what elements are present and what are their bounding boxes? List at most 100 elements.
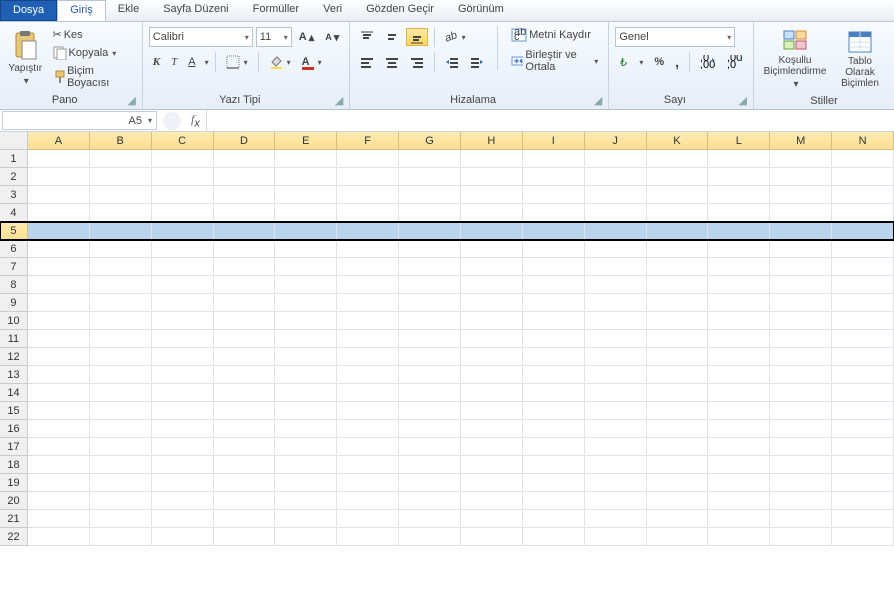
- cell[interactable]: [399, 258, 461, 276]
- cell[interactable]: [399, 474, 461, 492]
- cell[interactable]: [214, 492, 276, 510]
- cell[interactable]: [523, 276, 585, 294]
- cell[interactable]: [832, 312, 894, 330]
- cell[interactable]: [585, 276, 647, 294]
- cell[interactable]: [275, 366, 337, 384]
- cell[interactable]: [337, 150, 399, 168]
- cell[interactable]: [399, 402, 461, 420]
- cell[interactable]: [399, 384, 461, 402]
- cell[interactable]: [770, 456, 832, 474]
- cell[interactable]: [90, 456, 152, 474]
- column-header[interactable]: A: [28, 132, 90, 150]
- tab-formulas[interactable]: Formüller: [241, 0, 311, 21]
- cell[interactable]: [523, 438, 585, 456]
- cell[interactable]: [647, 366, 709, 384]
- cell[interactable]: [708, 438, 770, 456]
- cell[interactable]: [90, 384, 152, 402]
- cell[interactable]: [832, 168, 894, 186]
- cell[interactable]: [275, 438, 337, 456]
- cell[interactable]: [28, 456, 90, 474]
- cell[interactable]: [585, 240, 647, 258]
- cell[interactable]: [585, 528, 647, 546]
- cell[interactable]: [337, 438, 399, 456]
- cell[interactable]: [832, 240, 894, 258]
- cell[interactable]: [770, 222, 832, 240]
- cell[interactable]: [275, 492, 337, 510]
- cell[interactable]: [585, 492, 647, 510]
- align-right-button[interactable]: [406, 53, 428, 71]
- cell[interactable]: [461, 168, 523, 186]
- cell[interactable]: [461, 276, 523, 294]
- cell[interactable]: [399, 312, 461, 330]
- cell[interactable]: [523, 528, 585, 546]
- underline-button[interactable]: A: [184, 54, 199, 70]
- cell[interactable]: [28, 384, 90, 402]
- cell[interactable]: [647, 492, 709, 510]
- cell[interactable]: [585, 348, 647, 366]
- dialog-launcher-icon[interactable]: ◢: [594, 94, 602, 107]
- italic-button[interactable]: T: [167, 54, 181, 70]
- cell[interactable]: [832, 384, 894, 402]
- cell[interactable]: [647, 150, 709, 168]
- column-header[interactable]: I: [523, 132, 585, 150]
- cell[interactable]: [28, 276, 90, 294]
- cell[interactable]: [770, 204, 832, 222]
- cell[interactable]: [28, 366, 90, 384]
- cell[interactable]: [90, 348, 152, 366]
- cell[interactable]: [708, 222, 770, 240]
- fill-color-button[interactable]: ▾: [265, 53, 295, 71]
- row-header[interactable]: 22: [0, 528, 28, 546]
- cell[interactable]: [832, 330, 894, 348]
- cell[interactable]: [275, 420, 337, 438]
- cell[interactable]: [523, 366, 585, 384]
- cell[interactable]: [585, 474, 647, 492]
- cell[interactable]: [28, 204, 90, 222]
- cell[interactable]: [214, 420, 276, 438]
- cell[interactable]: [28, 294, 90, 312]
- cell[interactable]: [214, 510, 276, 528]
- cell[interactable]: [90, 492, 152, 510]
- align-bottom-button[interactable]: [406, 28, 428, 46]
- row-header[interactable]: 3: [0, 186, 28, 204]
- cell[interactable]: [90, 150, 152, 168]
- cell[interactable]: [275, 312, 337, 330]
- cell[interactable]: [214, 528, 276, 546]
- cell[interactable]: [28, 420, 90, 438]
- cell[interactable]: [214, 186, 276, 204]
- cell[interactable]: [647, 312, 709, 330]
- cell[interactable]: [461, 456, 523, 474]
- cell[interactable]: [585, 258, 647, 276]
- cell[interactable]: [399, 276, 461, 294]
- cell[interactable]: [585, 456, 647, 474]
- cell[interactable]: [399, 420, 461, 438]
- cell[interactable]: [585, 294, 647, 312]
- cut-button[interactable]: ✂ Kes: [49, 26, 136, 43]
- cell[interactable]: [90, 168, 152, 186]
- cell[interactable]: [399, 366, 461, 384]
- row-header[interactable]: 17: [0, 438, 28, 456]
- cell[interactable]: [523, 258, 585, 276]
- tab-review[interactable]: Gözden Geçir: [354, 0, 446, 21]
- cell[interactable]: [523, 204, 585, 222]
- cell[interactable]: [90, 204, 152, 222]
- cell[interactable]: [708, 258, 770, 276]
- cell[interactable]: [152, 168, 214, 186]
- cell[interactable]: [399, 348, 461, 366]
- cell[interactable]: [214, 204, 276, 222]
- column-header[interactable]: N: [832, 132, 894, 150]
- cell[interactable]: [585, 402, 647, 420]
- cell[interactable]: [708, 312, 770, 330]
- cell[interactable]: [708, 168, 770, 186]
- cell[interactable]: [275, 510, 337, 528]
- cell[interactable]: [647, 510, 709, 528]
- cell[interactable]: [399, 168, 461, 186]
- cell[interactable]: [647, 384, 709, 402]
- cell[interactable]: [152, 492, 214, 510]
- column-header[interactable]: F: [337, 132, 399, 150]
- cell[interactable]: [28, 330, 90, 348]
- cell[interactable]: [523, 312, 585, 330]
- row-header[interactable]: 12: [0, 348, 28, 366]
- cell[interactable]: [523, 222, 585, 240]
- tab-data[interactable]: Veri: [311, 0, 354, 21]
- cell[interactable]: [337, 204, 399, 222]
